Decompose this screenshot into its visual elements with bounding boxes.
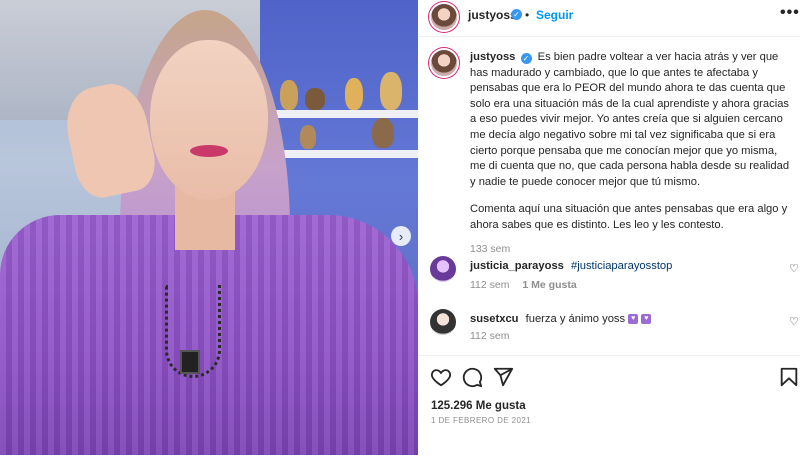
post-actions: 125.296 Me gusta 1 DE FEBRERO DE 2021 — [418, 355, 800, 456]
caption-timestamp[interactable]: 133 sem — [470, 242, 794, 258]
comment-bubble-icon[interactable] — [461, 366, 483, 388]
comment-body: fuerza y ánimo yoss — [525, 313, 626, 325]
author-avatar[interactable] — [431, 4, 457, 30]
commenter-avatar[interactable] — [430, 309, 456, 335]
plush-toy — [380, 72, 402, 110]
photo-pendant — [180, 350, 200, 374]
post-date[interactable]: 1 DE FEBRERO DE 2021 — [431, 416, 531, 425]
next-slide-button[interactable]: › — [391, 226, 411, 246]
comment-text: justicia_parayoss #justiciaparayosstop — [470, 260, 770, 272]
comment-username[interactable]: justicia_parayoss — [470, 260, 564, 272]
likes-count[interactable]: 125.296 Me gusta — [431, 400, 526, 412]
caption-text-2: Comenta aquí una situación que antes pen… — [470, 203, 788, 231]
heart-icon[interactable] — [430, 366, 452, 388]
comment-likes[interactable]: 1 Me gusta — [522, 279, 576, 291]
post-photo[interactable]: › — [0, 0, 418, 455]
caption-username[interactable]: justyoss — [470, 51, 515, 63]
plush-toy — [300, 125, 316, 149]
bookmark-icon[interactable] — [778, 366, 800, 388]
commenter-avatar[interactable] — [430, 256, 456, 282]
purple-heart-icon: ♥ — [641, 314, 652, 325]
comment-text: susetxcu fuerza y ánimo yoss ♥ ♥ — [470, 313, 770, 325]
plush-toy — [305, 88, 325, 110]
verified-badge-icon: ✓ — [511, 9, 522, 20]
photo-lips — [190, 145, 228, 157]
comment-like-heart-icon[interactable]: ♡ — [789, 315, 799, 328]
post-header: justyoss ✓ • Seguir ••• — [418, 0, 800, 37]
purple-heart-icon: ♥ — [628, 314, 639, 325]
comment-like-heart-icon[interactable]: ♡ — [789, 262, 799, 275]
comment-timestamp[interactable]: 112 sem — [470, 330, 510, 342]
comment-item: justicia_parayoss #justiciaparayosstop 1… — [430, 256, 800, 296]
comment-timestamp[interactable]: 112 sem — [470, 279, 510, 291]
photo-shelf — [262, 110, 418, 118]
comment-meta: 112 sem — [470, 330, 510, 342]
plush-toy — [280, 80, 298, 110]
follow-button[interactable]: Seguir — [536, 8, 573, 22]
chevron-right-icon: › — [398, 228, 404, 244]
comment-username[interactable]: susetxcu — [470, 313, 519, 325]
more-options-icon[interactable]: ••• — [780, 4, 800, 22]
photo-shelf — [262, 150, 418, 158]
comment-item: susetxcu fuerza y ánimo yoss ♥ ♥ 112 sem… — [430, 309, 800, 349]
verified-badge-icon: ✓ — [520, 53, 532, 64]
plush-toy — [372, 118, 394, 148]
comment-hashtag[interactable]: #justiciaparayosstop — [571, 260, 672, 272]
author-username[interactable]: justyoss — [468, 8, 517, 22]
comment-meta: 112 sem 1 Me gusta — [470, 279, 577, 291]
paper-plane-icon[interactable] — [492, 366, 514, 388]
header-separator: • — [525, 8, 530, 22]
post-caption: justyoss ✓ Es bien padre voltear a ver h… — [470, 50, 794, 257]
caption-avatar[interactable] — [431, 50, 457, 76]
photo-face — [150, 40, 268, 200]
plush-toy — [345, 78, 363, 110]
post-sidebar: justyoss ✓ • Seguir ••• justyoss ✓ Es bi… — [418, 0, 800, 455]
caption-text: Es bien padre voltear a ver hacia atrás … — [470, 51, 790, 188]
